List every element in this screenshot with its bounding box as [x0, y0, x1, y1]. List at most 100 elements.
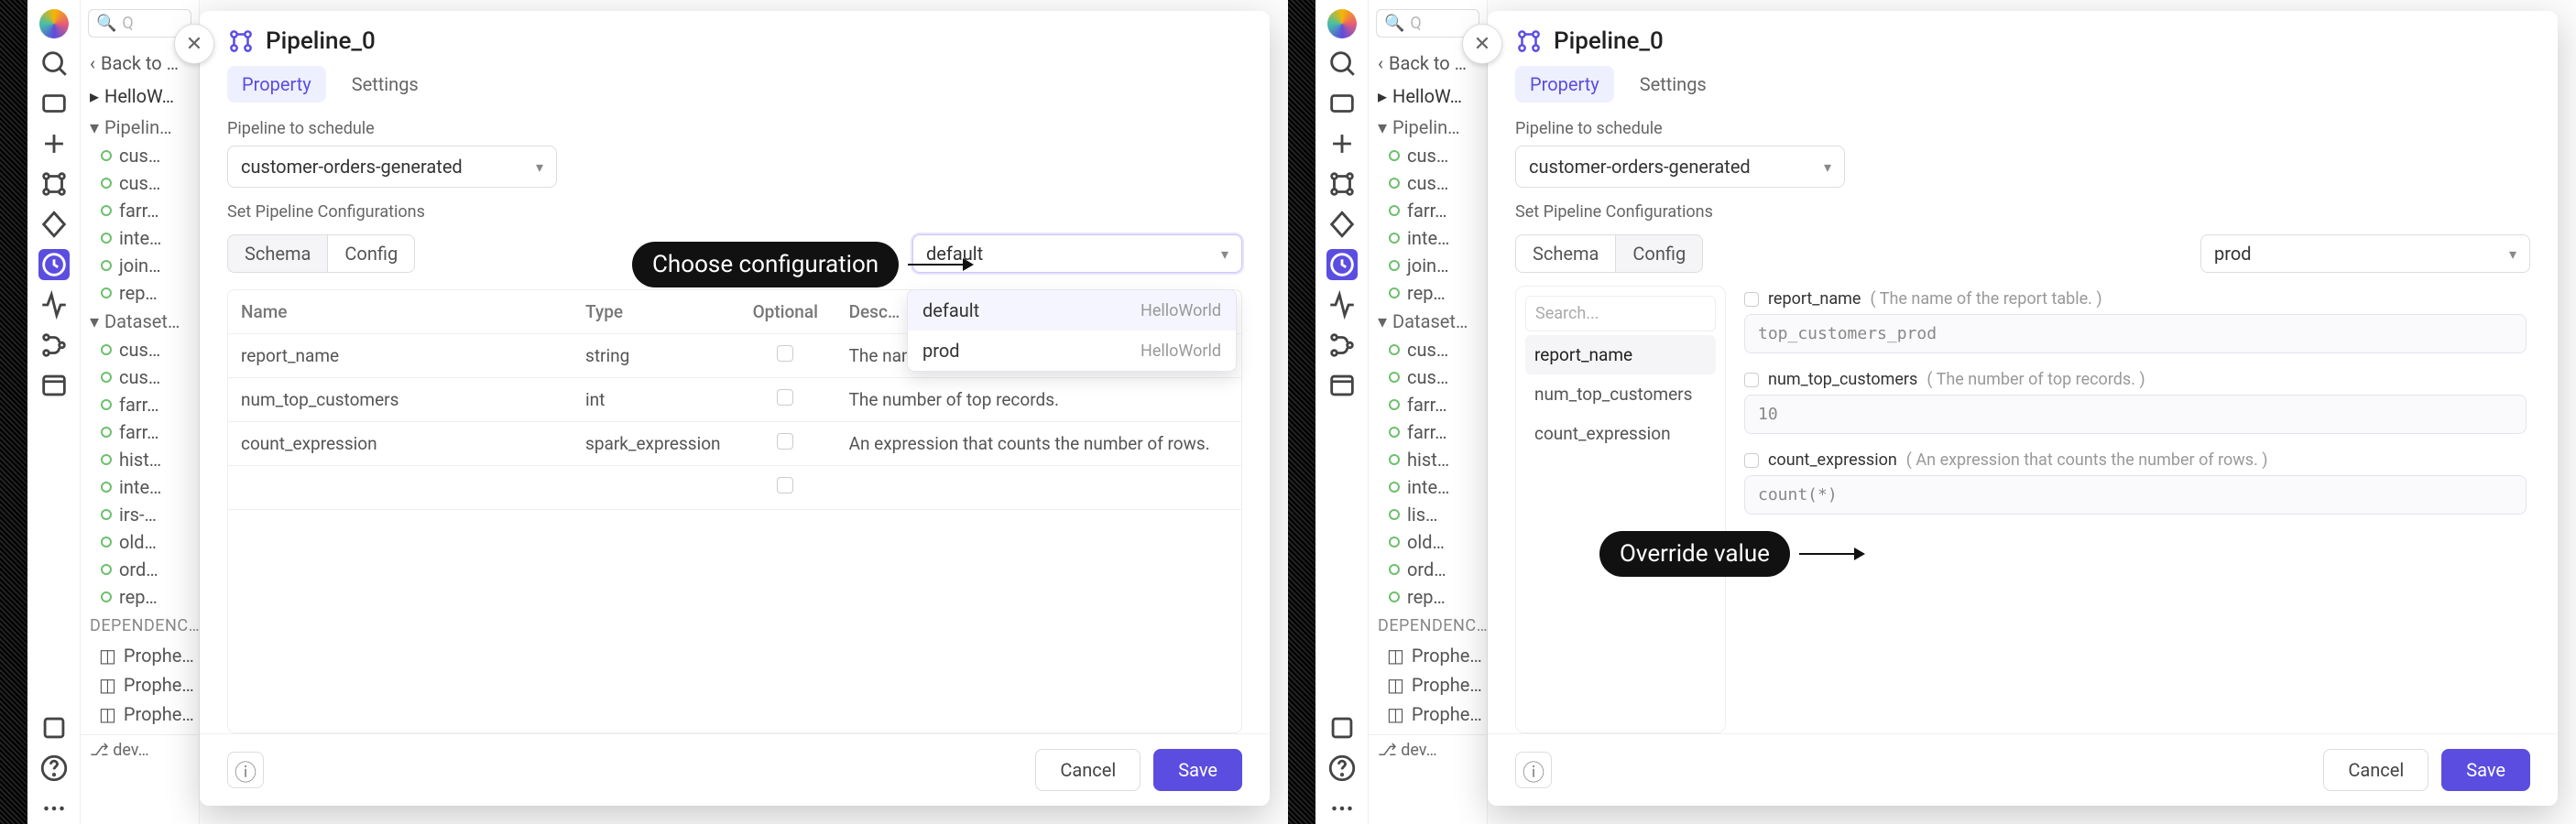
- graph-icon[interactable]: [1326, 168, 1358, 200]
- tree-node[interactable]: farr…: [1369, 197, 1487, 224]
- help-icon[interactable]: [38, 753, 70, 784]
- modal-title: Pipeline_0: [266, 27, 376, 55]
- tree-node[interactable]: farr…: [1369, 418, 1487, 446]
- tree-node[interactable]: join…: [1369, 252, 1487, 279]
- config-tab[interactable]: Config: [1616, 234, 1703, 273]
- save-button[interactable]: Save: [1153, 749, 1242, 791]
- tree-node[interactable]: cus…: [81, 169, 199, 197]
- tree-node[interactable]: rep…: [1369, 583, 1487, 611]
- tree-node[interactable]: cus…: [81, 363, 199, 391]
- tree-node[interactable]: irs-…: [81, 501, 199, 528]
- plus-icon[interactable]: [1326, 128, 1358, 159]
- tree-node[interactable]: ord…: [81, 556, 199, 583]
- tree-node[interactable]: cus…: [1369, 336, 1487, 363]
- cancel-button[interactable]: Cancel: [1035, 749, 1141, 791]
- activity-icon[interactable]: [1326, 289, 1358, 320]
- search-icon[interactable]: [38, 48, 70, 79]
- diamond-icon[interactable]: [38, 209, 70, 240]
- branches-icon[interactable]: [38, 330, 70, 361]
- tree-node[interactable]: cus…: [1369, 142, 1487, 169]
- tree-node[interactable]: hist…: [81, 446, 199, 473]
- override-checkbox[interactable]: [1744, 453, 1759, 468]
- tab-settings[interactable]: Settings: [1625, 66, 1721, 103]
- config-value-input[interactable]: 10: [1744, 395, 2527, 434]
- graph-icon[interactable]: [38, 168, 70, 200]
- tree-node[interactable]: hist…: [1369, 446, 1487, 473]
- diamond-icon[interactable]: [1326, 209, 1358, 240]
- clock-icon[interactable]: [38, 249, 70, 280]
- tree-node[interactable]: farr…: [81, 197, 199, 224]
- tree-node[interactable]: farr…: [81, 418, 199, 446]
- plus-icon[interactable]: [38, 128, 70, 159]
- close-button[interactable]: ✕: [1462, 24, 1502, 64]
- param-search[interactable]: Search...: [1525, 296, 1716, 331]
- tree-node[interactable]: farr…: [81, 391, 199, 418]
- override-checkbox[interactable]: [1744, 373, 1759, 387]
- tree-node[interactable]: inte…: [1369, 224, 1487, 252]
- window-icon[interactable]: [38, 370, 70, 401]
- param-item[interactable]: num_top_customers: [1525, 374, 1716, 414]
- datasets-section[interactable]: ▾ Dataset…: [1369, 307, 1487, 336]
- branches-icon[interactable]: [1326, 330, 1358, 361]
- project-name[interactable]: ▸ HelloW…: [1369, 80, 1487, 113]
- tree-node[interactable]: old…: [1369, 528, 1487, 556]
- config-option-default[interactable]: defaultHelloWorld: [908, 290, 1236, 331]
- schema-tab[interactable]: Schema: [1515, 234, 1616, 273]
- tree-node[interactable]: inte…: [81, 224, 199, 252]
- config-value-input[interactable]: count(*): [1744, 475, 2527, 515]
- tree-node[interactable]: old…: [81, 528, 199, 556]
- tab-property[interactable]: Property: [1515, 66, 1614, 103]
- tree-node[interactable]: cus…: [1369, 169, 1487, 197]
- tree-node[interactable]: farr…: [1369, 391, 1487, 418]
- help-icon[interactable]: [1326, 753, 1358, 784]
- schema-tab[interactable]: Schema: [227, 234, 328, 273]
- tree-node[interactable]: join…: [81, 252, 199, 279]
- save-button[interactable]: Save: [2441, 749, 2530, 791]
- tree-node[interactable]: inte…: [81, 473, 199, 501]
- tree-node[interactable]: lis…: [1369, 501, 1487, 528]
- config-tab[interactable]: Config: [328, 234, 415, 273]
- tree-node[interactable]: inte…: [1369, 473, 1487, 501]
- square-icon[interactable]: [38, 712, 70, 743]
- pipeline-select[interactable]: customer-orders-generated▾: [1515, 146, 1845, 188]
- window-icon[interactable]: [1326, 370, 1358, 401]
- configuration-select[interactable]: prod▾: [2200, 234, 2530, 273]
- optional-checkbox[interactable]: [777, 433, 793, 450]
- tab-settings[interactable]: Settings: [337, 66, 433, 103]
- project-tree: 🔍 Q ‹ Back to … ▸ HelloW… ▾ Pipelin… cus…: [1369, 0, 1488, 824]
- tab-property[interactable]: Property: [227, 66, 326, 103]
- optional-checkbox[interactable]: [777, 389, 793, 406]
- search-icon[interactable]: [1326, 48, 1358, 79]
- optional-checkbox[interactable]: [777, 345, 793, 362]
- info-button[interactable]: ⓘ: [1515, 752, 1552, 788]
- override-checkbox[interactable]: [1744, 292, 1759, 307]
- pipeline-select[interactable]: customer-orders-generated▾: [227, 146, 557, 188]
- tree-node[interactable]: cus…: [81, 142, 199, 169]
- activity-icon[interactable]: [38, 289, 70, 320]
- param-item[interactable]: report_name: [1525, 335, 1716, 374]
- box-icon[interactable]: [38, 88, 70, 119]
- tree-node[interactable]: rep…: [1369, 279, 1487, 307]
- tree-node[interactable]: rep…: [81, 583, 199, 611]
- optional-checkbox[interactable]: [777, 477, 793, 493]
- square-icon[interactable]: [1326, 712, 1358, 743]
- close-button[interactable]: ✕: [174, 24, 214, 64]
- icon-rail: [1315, 0, 1369, 824]
- config-value-input[interactable]: top_customers_prod: [1744, 314, 2527, 353]
- project-name[interactable]: ▸ HelloW…: [81, 80, 199, 113]
- tree-node[interactable]: rep…: [81, 279, 199, 307]
- tree-node[interactable]: cus…: [1369, 363, 1487, 391]
- more-icon[interactable]: [38, 793, 70, 824]
- info-button[interactable]: ⓘ: [227, 752, 264, 788]
- pipelines-section[interactable]: ▾ Pipelin…: [81, 113, 199, 142]
- box-icon[interactable]: [1326, 88, 1358, 119]
- cancel-button[interactable]: Cancel: [2323, 749, 2429, 791]
- more-icon[interactable]: [1326, 793, 1358, 824]
- datasets-section[interactable]: ▾ Dataset…: [81, 307, 199, 336]
- tree-node[interactable]: cus…: [81, 336, 199, 363]
- config-option-prod[interactable]: prodHelloWorld: [908, 331, 1236, 371]
- pipelines-section[interactable]: ▾ Pipelin…: [1369, 113, 1487, 142]
- param-item[interactable]: count_expression: [1525, 414, 1716, 453]
- tree-node[interactable]: ord…: [1369, 556, 1487, 583]
- clock-icon[interactable]: [1326, 249, 1358, 280]
